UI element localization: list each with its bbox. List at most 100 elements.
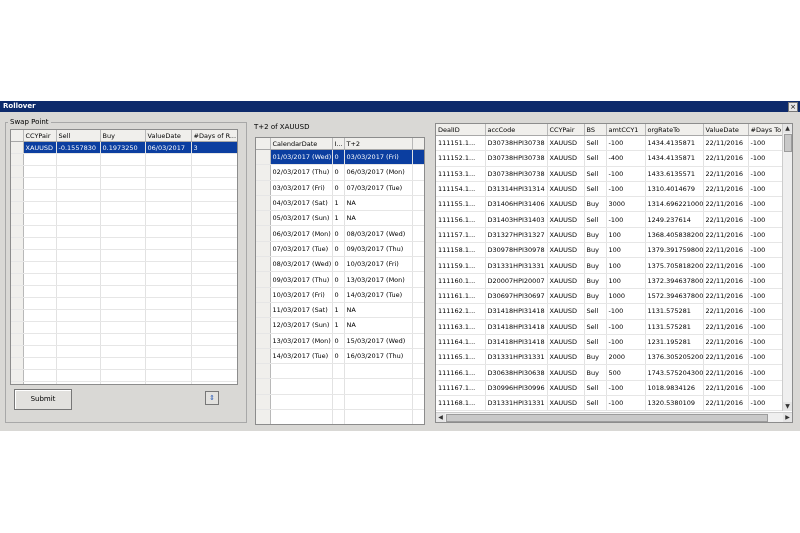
swap-row[interactable]: [11, 381, 237, 384]
swap-row[interactable]: [11, 345, 237, 358]
row-header[interactable]: [256, 271, 271, 288]
swap-row[interactable]: [11, 309, 237, 322]
swap-row[interactable]: [11, 237, 237, 250]
swap-row[interactable]: [11, 165, 237, 178]
swap-row[interactable]: [11, 261, 237, 274]
t2-row[interactable]: 03/03/2017 (Fri) 0 07/03/2017 (Tue): [256, 180, 424, 196]
swap-row[interactable]: [11, 357, 237, 370]
row-header[interactable]: [256, 333, 271, 349]
swap-row[interactable]: [11, 189, 237, 202]
col-holiday-flag[interactable]: I...: [332, 138, 345, 150]
row-header[interactable]: [11, 321, 24, 334]
row-header[interactable]: [256, 317, 271, 334]
t2-row[interactable]: [256, 363, 424, 380]
col-buy[interactable]: Buy: [100, 130, 146, 142]
row-header[interactable]: [11, 309, 24, 322]
row-header[interactable]: [11, 201, 24, 214]
deals-row[interactable]: 111156.1... D31403HPI31403 XAUUSD Sell -100 1…: [436, 211, 784, 228]
deals-row[interactable]: 111166.1... D30638HPI30638 XAUUSD Buy 500 174…: [436, 364, 784, 381]
row-header[interactable]: [256, 287, 271, 303]
col-sell[interactable]: Sell: [56, 130, 101, 142]
t2-row[interactable]: 09/03/2017 (Thu) 0 13/03/2017 (Mon): [256, 271, 424, 288]
row-header[interactable]: [11, 177, 24, 190]
swap-row[interactable]: [11, 273, 237, 286]
row-header[interactable]: [11, 141, 24, 154]
t2-grid[interactable]: CalendarDate I... T+2 01/03/2017 (Wed) 0 03/…: [255, 137, 425, 425]
row-header[interactable]: [11, 273, 24, 286]
deals-grid[interactable]: DealID accCode CCYPair BS amtCCY1 orgRateTo Va…: [435, 123, 793, 423]
t2-row[interactable]: 01/03/2017 (Wed) 0 03/03/2017 (Fri): [256, 149, 424, 166]
deals-row[interactable]: 111154.1... D31314HPI31314 XAUUSD Sell -100 1…: [436, 181, 784, 198]
deals-row[interactable]: 111152.1... D30738HPI30738 XAUUSD Sell -400 1…: [436, 150, 784, 167]
swap-row[interactable]: [11, 225, 237, 238]
t2-row[interactable]: 13/03/2017 (Mon) 0 15/03/2017 (Wed): [256, 333, 424, 349]
row-header[interactable]: [11, 153, 24, 166]
row-header[interactable]: [256, 363, 271, 380]
row-header[interactable]: [11, 261, 24, 274]
swap-point-grid[interactable]: CCYPair Sell Buy ValueDate #Days of R... XAU…: [10, 129, 238, 385]
row-header[interactable]: [256, 256, 271, 273]
refresh-icon[interactable]: ⇕: [205, 391, 219, 405]
col-amtccy1[interactable]: amtCCY1: [606, 124, 646, 136]
swap-row[interactable]: [11, 201, 237, 214]
t2-row[interactable]: 04/03/2017 (Sat) 1 NA: [256, 195, 424, 212]
t2-row[interactable]: 12/03/2017 (Sun) 1 NA: [256, 317, 424, 334]
swap-row[interactable]: [11, 369, 237, 382]
deals-row[interactable]: 111162.1... D31418HPI31418 XAUUSD Sell -100 1…: [436, 303, 784, 320]
t2-row[interactable]: 10/03/2017 (Fri) 0 14/03/2017 (Tue): [256, 287, 424, 303]
row-header[interactable]: [11, 381, 24, 384]
row-header[interactable]: [11, 237, 24, 250]
scroll-left-icon[interactable]: ◀: [436, 413, 445, 422]
swap-row[interactable]: [11, 153, 237, 166]
row-header[interactable]: [256, 302, 271, 319]
row-header[interactable]: [256, 348, 271, 365]
row-header[interactable]: [256, 409, 271, 424]
deals-row[interactable]: 111155.1... D31406HPI31406 XAUUSD Buy 3000 13…: [436, 196, 784, 213]
swap-row[interactable]: [11, 297, 237, 310]
deals-row[interactable]: 111161.1... D30697HPI30697 XAUUSD Buy 1000 15…: [436, 288, 784, 305]
swap-row[interactable]: [11, 213, 237, 226]
deals-vertical-scrollbar[interactable]: ▲ ▼: [782, 124, 792, 411]
close-icon[interactable]: ×: [788, 102, 798, 112]
vertical-scroll-thumb[interactable]: [784, 134, 792, 152]
deals-row[interactable]: 111157.1... D31327HPI31327 XAUUSD Buy 100 136…: [436, 227, 784, 244]
row-header[interactable]: [256, 241, 271, 258]
row-header[interactable]: [256, 149, 271, 166]
row-header[interactable]: [11, 213, 24, 226]
deals-row[interactable]: 111159.1... D31331HPI31331 XAUUSD Buy 100 137…: [436, 257, 784, 274]
t2-row[interactable]: 06/03/2017 (Mon) 0 08/03/2017 (Wed): [256, 225, 424, 242]
col-valuedate[interactable]: ValueDate: [145, 130, 192, 142]
deals-row[interactable]: 111158.1... D30978HPI30978 XAUUSD Buy 100 137…: [436, 242, 784, 259]
row-header[interactable]: [11, 165, 24, 178]
swap-row[interactable]: [11, 177, 237, 190]
row-header[interactable]: [11, 297, 24, 310]
row-header[interactable]: [11, 369, 24, 382]
deals-row[interactable]: 111153.1... D30738HPI30738 XAUUSD Sell -100 1…: [436, 166, 784, 182]
deals-horizontal-scrollbar[interactable]: ◀ ▶: [436, 412, 792, 422]
row-header[interactable]: [11, 285, 24, 298]
swap-row[interactable]: XAUUSD -0.1557830 0.1973250 06/03/2017 3: [11, 141, 237, 154]
deals-row[interactable]: 111167.1... D30996HPI30996 XAUUSD Sell -100 1…: [436, 380, 784, 397]
col-orgrateto[interactable]: orgRateTo: [645, 124, 704, 136]
row-header[interactable]: [11, 345, 24, 358]
col-ccypair[interactable]: CCYPair: [23, 130, 57, 142]
swap-row[interactable]: [11, 333, 237, 346]
swap-row[interactable]: [11, 321, 237, 334]
col-bs[interactable]: BS: [584, 124, 607, 136]
t2-row[interactable]: [256, 378, 424, 395]
row-header[interactable]: [256, 225, 271, 242]
row-header[interactable]: [256, 394, 271, 411]
row-header[interactable]: [256, 210, 271, 227]
col-dealid[interactable]: DealID: [436, 124, 486, 136]
deals-row[interactable]: 111160.1... D20007HPI20007 XAUUSD Buy 100 137…: [436, 273, 784, 289]
deals-row[interactable]: 111168.1... D31331HPI31331 XAUUSD Sell -100 1…: [436, 395, 784, 412]
deals-row[interactable]: 111163.1... D31418HPI31418 XAUUSD Sell -100 1…: [436, 319, 784, 335]
col-ccypair[interactable]: CCYPair: [547, 124, 585, 136]
horizontal-scroll-thumb[interactable]: [446, 414, 768, 422]
swap-row[interactable]: [11, 285, 237, 298]
t2-row[interactable]: 08/03/2017 (Wed) 0 10/03/2017 (Fri): [256, 256, 424, 273]
swap-row[interactable]: [11, 249, 237, 262]
t2-row[interactable]: 11/03/2017 (Sat) 1 NA: [256, 302, 424, 319]
scroll-up-icon[interactable]: ▲: [783, 124, 792, 133]
t2-row[interactable]: [256, 409, 424, 424]
